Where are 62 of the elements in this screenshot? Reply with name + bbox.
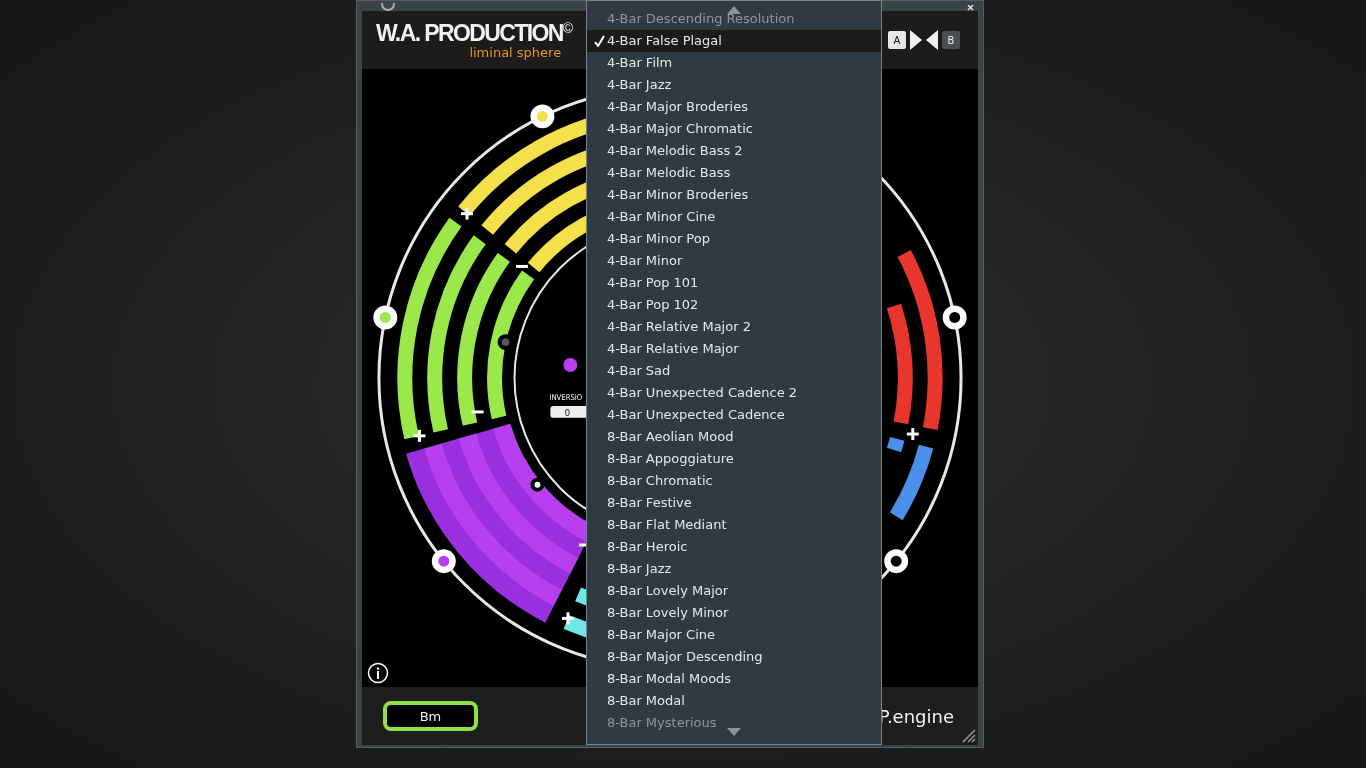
preset-menu-item[interactable]: 4-Bar Film <box>587 52 881 74</box>
plus-icon[interactable] <box>461 207 474 220</box>
preset-menu-item[interactable]: 4-Bar Minor Cine <box>587 206 881 228</box>
scroll-up-icon[interactable] <box>727 6 741 14</box>
preset-menu-item[interactable]: 8-Bar Lovely Major <box>587 580 881 602</box>
preset-menu-item[interactable]: 8-Bar Modal Moods <box>587 668 881 690</box>
preset-menu-item[interactable]: 8-Bar Flat Mediant <box>587 514 881 536</box>
preset-menu-item[interactable]: 4-Bar Minor <box>587 250 881 272</box>
info-icon[interactable] <box>367 662 389 684</box>
engine-label: P.engine <box>878 705 954 727</box>
compare-a-button[interactable]: A <box>888 31 906 49</box>
preset-menu-item[interactable]: 4-Bar Pop 101 <box>587 272 881 294</box>
preset-menu-item[interactable]: 4-Bar False Plagal <box>587 30 881 52</box>
resize-grip-icon[interactable] <box>960 727 976 743</box>
preset-menu-item[interactable]: 4-Bar Unexpected Cadence <box>587 404 881 426</box>
preset-menu-item[interactable]: 8-Bar Appoggiature <box>587 448 881 470</box>
plus-icon[interactable] <box>562 612 574 625</box>
preset-menu-item[interactable]: 4-Bar Major Broderies <box>587 96 881 118</box>
preset-menu-item[interactable]: 8-Bar Major Descending <box>587 646 881 668</box>
minus-icon[interactable] <box>471 410 484 414</box>
plus-icon[interactable] <box>413 429 426 442</box>
preset-menu-item[interactable]: 4-Bar Pop 102 <box>587 294 881 316</box>
preset-menu-item[interactable]: 4-Bar Sad <box>587 360 881 382</box>
handle-icon[interactable] <box>942 305 967 330</box>
preset-menu-item[interactable]: 4-Bar Relative Major <box>587 338 881 360</box>
preset-menu-item[interactable]: 4-Bar Minor Broderies <box>587 184 881 206</box>
compare-b-button[interactable]: B <box>942 31 960 49</box>
handle-icon[interactable] <box>884 549 909 574</box>
next-arrow-icon[interactable] <box>910 30 922 50</box>
preset-menu-item[interactable]: 4-Bar Major Chromatic <box>587 118 881 140</box>
scroll-down-icon[interactable] <box>727 728 741 736</box>
close-icon[interactable] <box>967 5 975 11</box>
preset-menu-item[interactable]: 8-Bar Aeolian Mood <box>587 426 881 448</box>
handle-icon[interactable] <box>373 305 398 330</box>
preset-menu-item[interactable]: 8-Bar Mysterious <box>587 712 881 734</box>
handle-icon[interactable] <box>530 104 555 129</box>
preset-menu-item[interactable]: 4-Bar Minor Pop <box>587 228 881 250</box>
preset-menu-item[interactable]: 4-Bar Unexpected Cadence 2 <box>587 382 881 404</box>
copyright-mark: © <box>562 20 574 35</box>
dot-icon[interactable] <box>530 477 545 492</box>
logo-title: W.A. PRODUCTION <box>376 20 563 45</box>
preset-menu-item[interactable]: 8-Bar Chromatic <box>587 470 881 492</box>
logo-subtitle: liminal sphere <box>469 44 562 60</box>
preset-menu-item[interactable]: 8-Bar Lovely Minor <box>587 602 881 624</box>
preset-menu-item[interactable]: 4-Bar Descending Resolution <box>587 8 881 30</box>
preset-menu-item[interactable]: 8-Bar Major Cine <box>587 624 881 646</box>
preset-menu-item[interactable]: 4-Bar Relative Major 2 <box>587 316 881 338</box>
preset-menu-item[interactable]: 8-Bar Heroic <box>587 536 881 558</box>
plus-icon[interactable] <box>906 428 919 441</box>
chord-field[interactable]: Bm <box>383 701 478 731</box>
preset-menu-item[interactable]: 8-Bar Festive <box>587 492 881 514</box>
minus-icon[interactable] <box>515 264 528 268</box>
preset-menu-item[interactable]: 4-Bar Jazz <box>587 74 881 96</box>
inversion-label: INVERSIO <box>549 392 588 402</box>
checkmark-icon <box>594 35 605 47</box>
handle-icon[interactable] <box>431 549 456 574</box>
preset-menu-item[interactable]: 8-Bar Jazz <box>587 558 881 580</box>
preset-menu-item[interactable]: 4-Bar Melodic Bass <box>587 162 881 184</box>
preset-menu-item[interactable]: 8-Bar Modal <box>587 690 881 712</box>
previous-arrow-icon[interactable] <box>926 30 938 50</box>
inversion-field[interactable]: 0 <box>550 405 589 418</box>
preset-menu-item[interactable]: 4-Bar Melodic Bass 2 <box>587 140 881 162</box>
